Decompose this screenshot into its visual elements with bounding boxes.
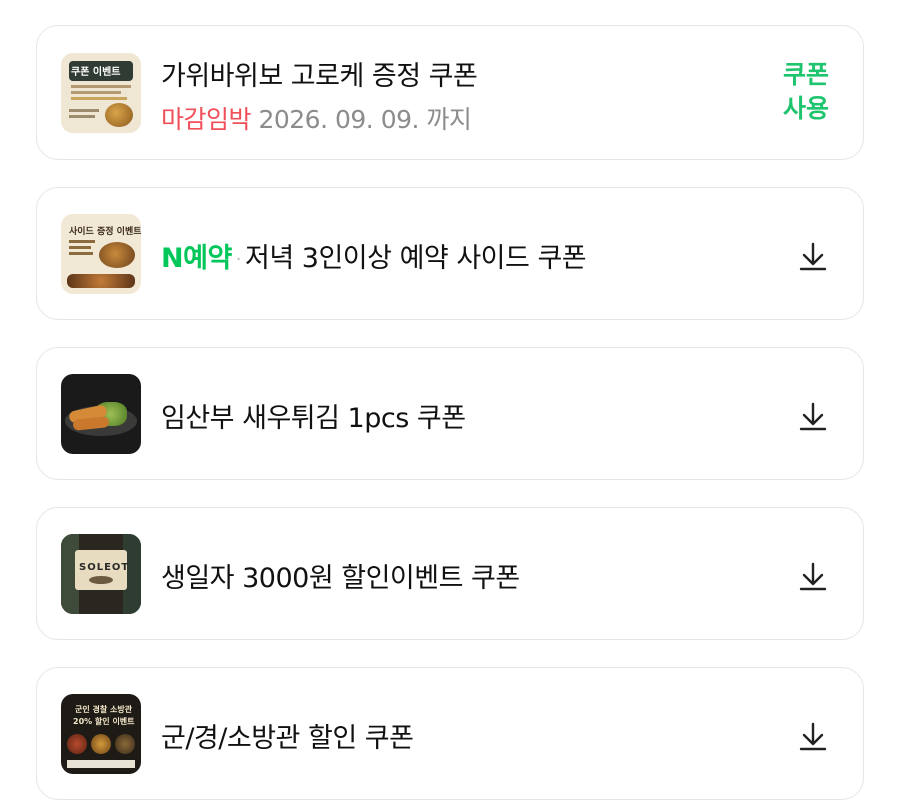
download-icon[interactable] — [795, 398, 831, 434]
use-coupon-label-2: 사용 — [782, 94, 829, 123]
coupon-list: 쿠폰 이벤트 가위바위보 고로케 증정 쿠폰 마감임박 2026. 09. 09… — [0, 0, 900, 812]
separator: · — [235, 249, 242, 270]
reservation-label: 예약 — [183, 243, 232, 274]
thumbnail-text-2: 20% 할인 이벤트 — [73, 717, 135, 726]
coupon-thumbnail: SOLEOT — [61, 534, 141, 614]
coupon-card: 쿠폰 이벤트 가위바위보 고로케 증정 쿠폰 마감임박 2026. 09. 09… — [36, 25, 864, 160]
deadline-badge: 마감임박 — [161, 105, 252, 134]
coupon-title: 생일자 3000원 할인이벤트 쿠폰 — [161, 563, 520, 594]
coupon-card: 군인 경찰 소방관 20% 할인 이벤트 군/경/소방관 할인 쿠폰 — [36, 667, 864, 800]
thumbnail-text: 쿠폰 이벤트 — [71, 67, 121, 78]
naver-reservation-badge: N예약 — [161, 243, 232, 274]
croquette-image — [105, 103, 133, 127]
thumbnail-text: 사이드 증정 이벤트 — [69, 227, 141, 237]
coupon-expiry-line: 마감임박 2026. 09. 09. 까지 — [161, 100, 472, 136]
coupon-title: 군/경/소방관 할인 쿠폰 — [161, 723, 414, 754]
coupon-card: 임산부 새우튀김 1pcs 쿠폰 — [36, 347, 864, 480]
download-icon[interactable] — [795, 238, 831, 274]
coupon-thumbnail: 군인 경찰 소방관 20% 할인 이벤트 — [61, 694, 141, 774]
coupon-title-line: N예약 · 저녁 3인이상 예약 사이드 쿠폰 — [161, 236, 587, 275]
coupon-title: 저녁 3인이상 예약 사이드 쿠폰 — [245, 243, 587, 274]
coupon-title: 임산부 새우튀김 1pcs 쿠폰 — [161, 403, 466, 434]
expiry-date: 2026. 09. 09. 까지 — [258, 105, 472, 134]
download-icon[interactable] — [795, 718, 831, 754]
use-coupon-label-1: 쿠폰 — [782, 60, 829, 89]
naver-logo-icon: N — [161, 243, 184, 274]
coupon-title: 가위바위보 고로케 증정 쿠폰 — [161, 61, 478, 92]
coupon-thumbnail: 쿠폰 이벤트 — [61, 53, 141, 133]
coupon-card: SOLEOT 생일자 3000원 할인이벤트 쿠폰 — [36, 507, 864, 640]
shrimp-tempura-photo — [61, 374, 141, 454]
download-icon[interactable] — [795, 558, 831, 594]
coupon-thumbnail: 사이드 증정 이벤트 — [61, 214, 141, 294]
use-coupon-button[interactable]: 쿠폰 사용 — [779, 58, 833, 126]
thumbnail-text: SOLEOT — [79, 562, 130, 573]
coupon-card: 사이드 증정 이벤트 N예약 · 저녁 3인이상 예약 사이드 쿠폰 — [36, 187, 864, 320]
thumbnail-text-1: 군인 경찰 소방관 — [75, 705, 133, 714]
